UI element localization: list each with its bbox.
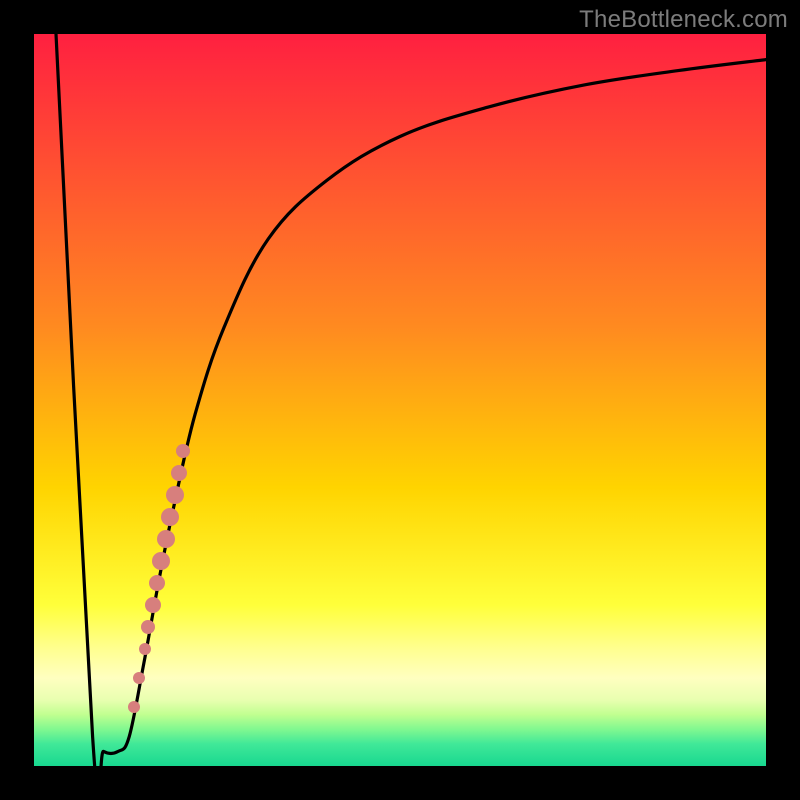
watermark-text: TheBottleneck.com bbox=[579, 6, 788, 34]
highlight-dot bbox=[157, 530, 175, 548]
highlight-dot bbox=[176, 444, 190, 458]
highlight-dot bbox=[152, 552, 170, 570]
highlight-dot bbox=[166, 486, 184, 504]
highlight-dot bbox=[141, 620, 155, 634]
bottleneck-curve bbox=[56, 34, 766, 766]
highlight-dot bbox=[128, 701, 140, 713]
curve-layer bbox=[34, 34, 766, 766]
highlight-dot bbox=[145, 597, 161, 613]
highlight-dot bbox=[133, 672, 145, 684]
highlight-dot bbox=[139, 643, 151, 655]
highlight-dot bbox=[171, 465, 187, 481]
highlight-dot bbox=[149, 575, 165, 591]
plot-area bbox=[34, 34, 766, 766]
chart-frame: TheBottleneck.com bbox=[0, 0, 800, 800]
highlight-dot bbox=[161, 508, 179, 526]
